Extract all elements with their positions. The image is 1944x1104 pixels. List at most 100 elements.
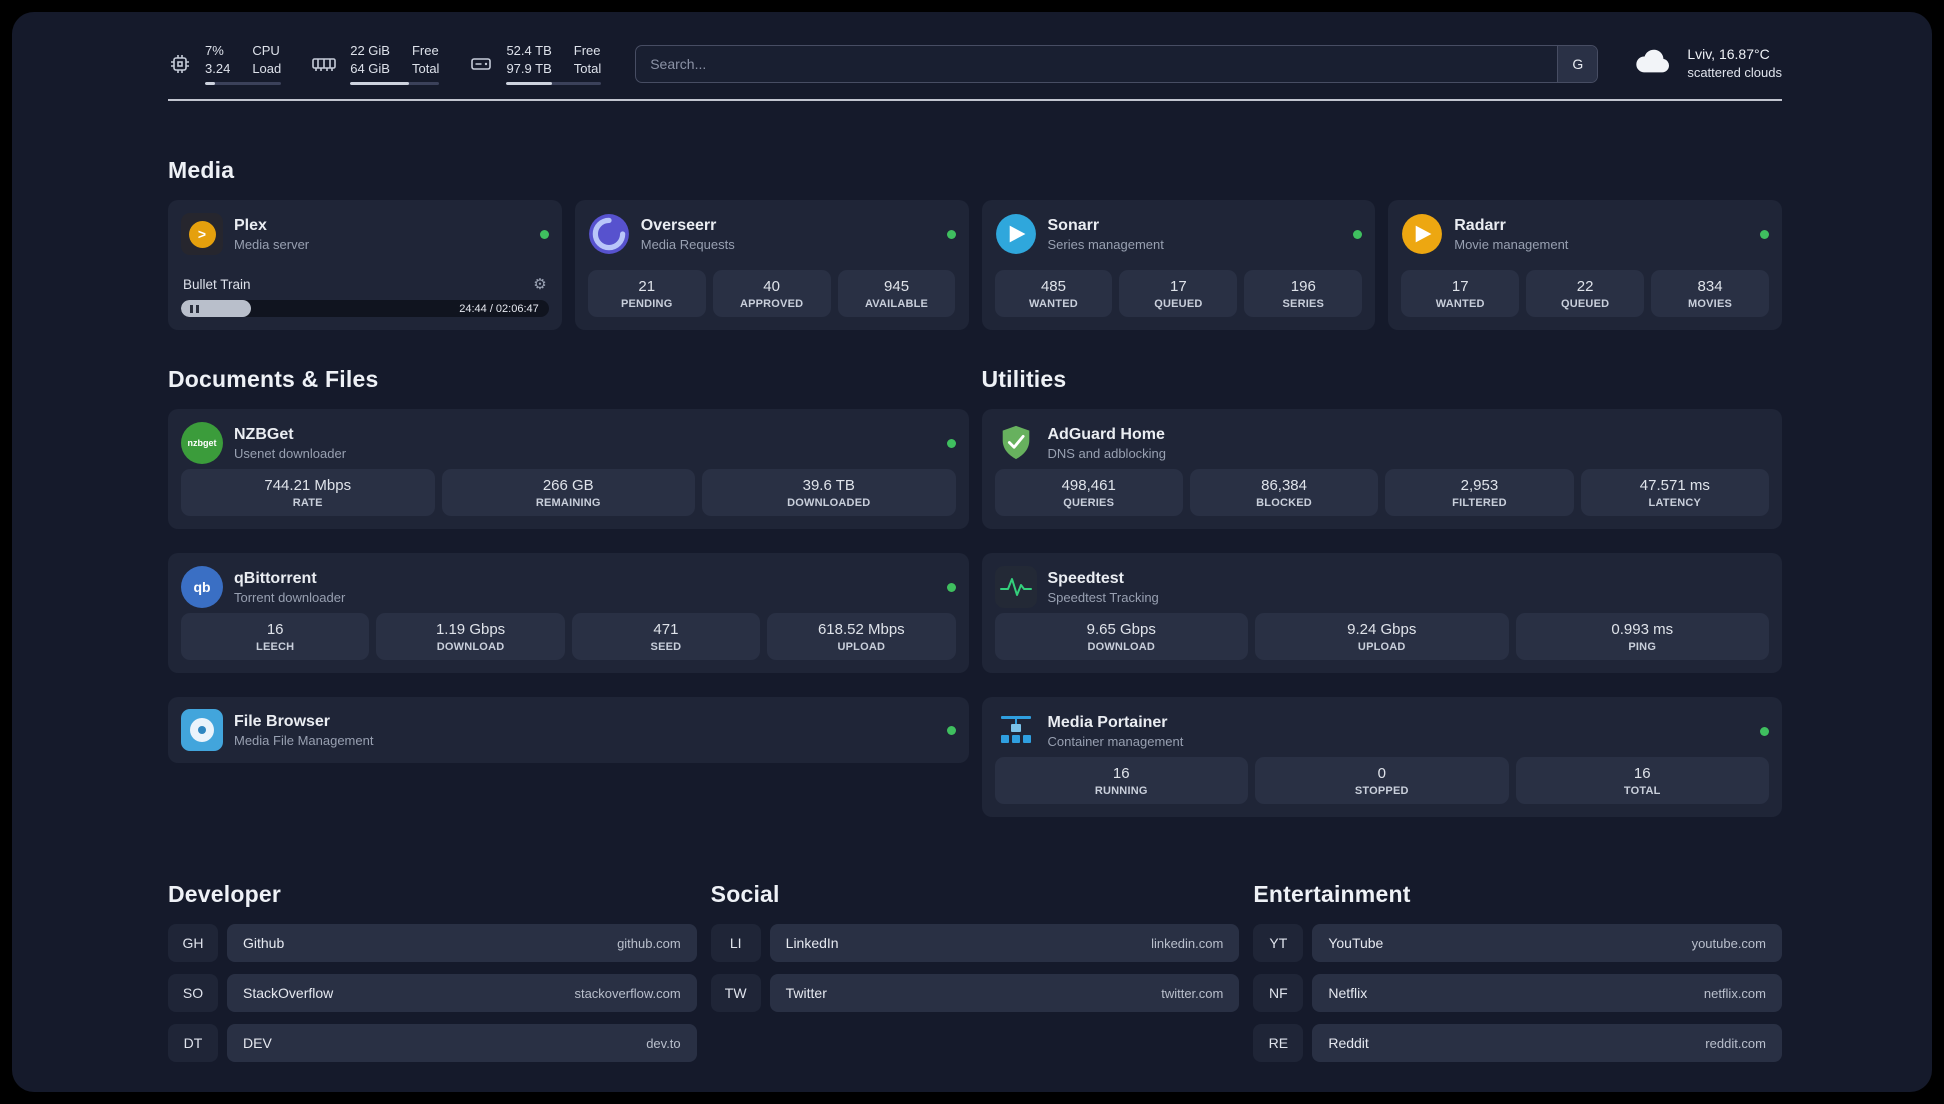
section-title-social: Social [710,881,780,908]
status-dot [946,582,956,592]
memory-total-label: Total [411,60,440,76]
stat-tile: 21 PENDING [587,270,706,318]
stat-tile: 86,384 BLOCKED [1189,469,1379,517]
stat-label: LATENCY [1648,497,1702,510]
bookmark-row-dev: DT DEV dev.to [168,1024,697,1063]
bookmark-abbr[interactable]: SO [168,974,218,1013]
status-dot [1760,229,1769,239]
bookmark-abbr[interactable]: GH [168,924,218,963]
stat-label: WANTED [1435,298,1485,311]
stat-tile: 471 SEED [571,613,761,661]
app-subtitle: Media Requests [640,236,735,252]
app-card-overseerr[interactable]: Overseerr Media Requests 21 PENDING 40 A… [574,200,969,331]
gear-icon[interactable]: ⚙ [533,277,546,292]
app-subtitle: Speedtest Tracking [1047,589,1159,605]
bookmark-link[interactable]: Twitter twitter.com [769,974,1240,1013]
app-name: Radarr [1454,216,1506,234]
bookmark-abbr[interactable]: LI [710,924,761,963]
bookmark-abbr[interactable]: TW [710,974,761,1013]
memory-free-value: 22 GiB [350,43,390,58]
stat-tile: 485 WANTED [994,270,1113,318]
app-name: qBittorrent [234,569,317,587]
app-card-nzbget[interactable]: nzbget NZBGet Usenet downloader 744.21 M… [168,409,969,530]
stat-tile: 40 APPROVED [712,270,831,318]
stat-value: 17 [1170,278,1187,296]
section-documents: Documents & Files nzbget NZBGet Usenet d… [168,366,969,817]
stat-tile: 16 TOTAL [1515,757,1769,805]
bookmark-link[interactable]: YouTube youtube.com [1312,924,1782,963]
stat-label: MOVIES [1688,298,1733,311]
search-input[interactable] [636,45,1558,82]
stat-label: DOWNLOADED [787,497,871,510]
bookmark-abbr[interactable]: DT [168,1024,218,1063]
stat-tile: 0 STOPPED [1255,757,1509,805]
disk-total-value: 97.9 TB [506,60,552,76]
stat-label: LEECH [256,641,295,654]
dashboard: 7% 3.24 CPU Load 22 GiB 64 GiB Free Tota… [12,12,1932,1092]
bookmark-url: dev.to [646,1035,681,1051]
stat-tile: 9.24 Gbps UPLOAD [1255,613,1509,661]
app-card-plex[interactable]: > Plex Media server Bullet Train ⚙ 24:44… [168,200,562,331]
bookmark-name: YouTube [1328,935,1384,952]
app-card-filebrowser[interactable]: File Browser Media File Management [168,697,969,764]
memory-total-value: 64 GiB [350,60,390,76]
pause-icon[interactable] [190,304,199,313]
app-subtitle: Usenet downloader [234,445,347,461]
app-card-sonarr[interactable]: Sonarr Series management 485 WANTED 17 Q… [981,200,1376,331]
app-card-radarr[interactable]: Radarr Movie management 17 WANTED 22 QUE… [1388,200,1782,331]
now-playing-title: Bullet Train [183,277,251,293]
stat-value: 266 GB [542,477,594,495]
stat-label: UPLOAD [837,641,886,654]
bookmark-link[interactable]: Reddit reddit.com [1312,1024,1782,1063]
filebrowser-icon [181,709,223,752]
memory-metric: 22 GiB 64 GiB Free Total [311,42,440,86]
bookmark-row-linkedin: LI LinkedIn linkedin.com [710,924,1240,963]
stat-label: REMAINING [535,497,601,510]
disk-progress-bar [506,82,602,86]
bookmark-row-stackoverflow: SO StackOverflow stackoverflow.com [168,974,697,1013]
app-subtitle: Media File Management [234,732,374,748]
bookmark-abbr[interactable]: RE [1253,1024,1304,1063]
stat-tile: 2,953 FILTERED [1385,469,1574,517]
cpu-metric: 7% 3.24 CPU Load [168,42,282,86]
disk-icon [469,52,493,76]
app-card-qbittorrent[interactable]: qb qBittorrent Torrent downloader 16 LEE… [168,553,969,674]
stat-value: 618.52 Mbps [817,621,905,639]
bookmark-link[interactable]: StackOverflow stackoverflow.com [227,974,697,1013]
stat-tile: 266 GB REMAINING [441,469,695,517]
app-subtitle: Torrent downloader [234,589,346,605]
bookmark-link[interactable]: LinkedIn linkedin.com [769,924,1240,963]
bookmark-row-twitter: TW Twitter twitter.com [710,974,1240,1013]
bookmark-link[interactable]: Netflix netflix.com [1312,974,1782,1013]
top-bar: 7% 3.24 CPU Load 22 GiB 64 GiB Free Tota… [168,12,1782,86]
bookmark-abbr[interactable]: NF [1253,974,1304,1013]
section-title-media: Media [168,157,235,184]
stat-tile: 618.52 Mbps UPLOAD [767,613,956,661]
bookmark-abbr[interactable]: YT [1253,924,1304,963]
stat-value: 21 [638,278,656,296]
app-name: Plex [234,216,267,234]
app-name: File Browser [234,712,331,730]
stat-tile: 47.571 ms LATENCY [1580,469,1769,517]
app-card-speedtest[interactable]: Speedtest Speedtest Tracking 9.65 Gbps D… [981,553,1782,674]
bookmark-link[interactable]: Github github.com [227,924,697,963]
stat-label: TOTAL [1623,785,1661,798]
section-entertainment: Entertainment YT YouTube youtube.com NF … [1253,881,1782,1063]
stat-value: 0 [1377,765,1386,783]
search-engine-badge[interactable]: G [1557,45,1598,82]
stat-value: 16 [266,621,284,639]
app-card-adguard[interactable]: AdGuard Home DNS and adblocking 498,461 … [981,409,1782,530]
stat-value: 9.24 Gbps [1347,621,1417,639]
portainer-icon [995,710,1037,752]
section-social: Social LI LinkedIn linkedin.com TW Twitt… [710,881,1240,1062]
app-subtitle: Media server [234,236,310,252]
stat-value: 1.19 Gbps [435,621,506,639]
playback-progress-bar[interactable]: 24:44 / 02:06:47 [181,300,549,318]
bookmark-link[interactable]: DEV dev.to [227,1024,697,1063]
section-title-documents: Documents & Files [168,366,379,393]
sonarr-icon [995,213,1037,255]
stat-tile: 744.21 Mbps RATE [181,469,435,517]
stat-label: QUERIES [1063,497,1115,510]
app-card-portainer[interactable]: Media Portainer Container management 16 … [981,697,1782,818]
stat-label: FILTERED [1452,497,1507,510]
